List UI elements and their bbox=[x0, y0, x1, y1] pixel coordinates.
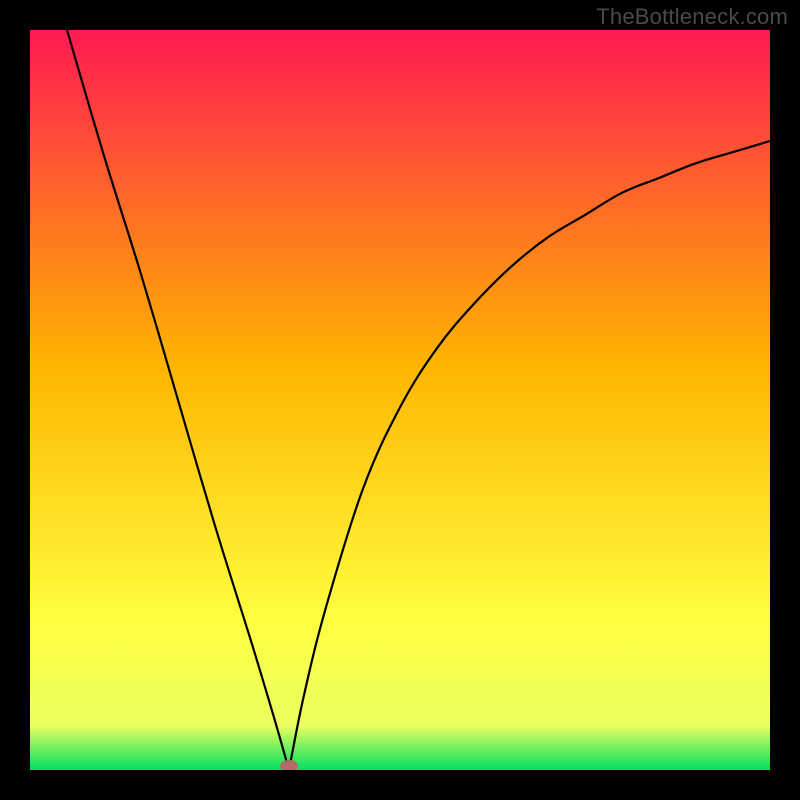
watermark-text: TheBottleneck.com bbox=[596, 4, 788, 30]
chart-svg bbox=[30, 30, 770, 770]
gradient-background bbox=[30, 30, 770, 770]
plot-area bbox=[30, 30, 770, 770]
chart-container: TheBottleneck.com bbox=[0, 0, 800, 800]
